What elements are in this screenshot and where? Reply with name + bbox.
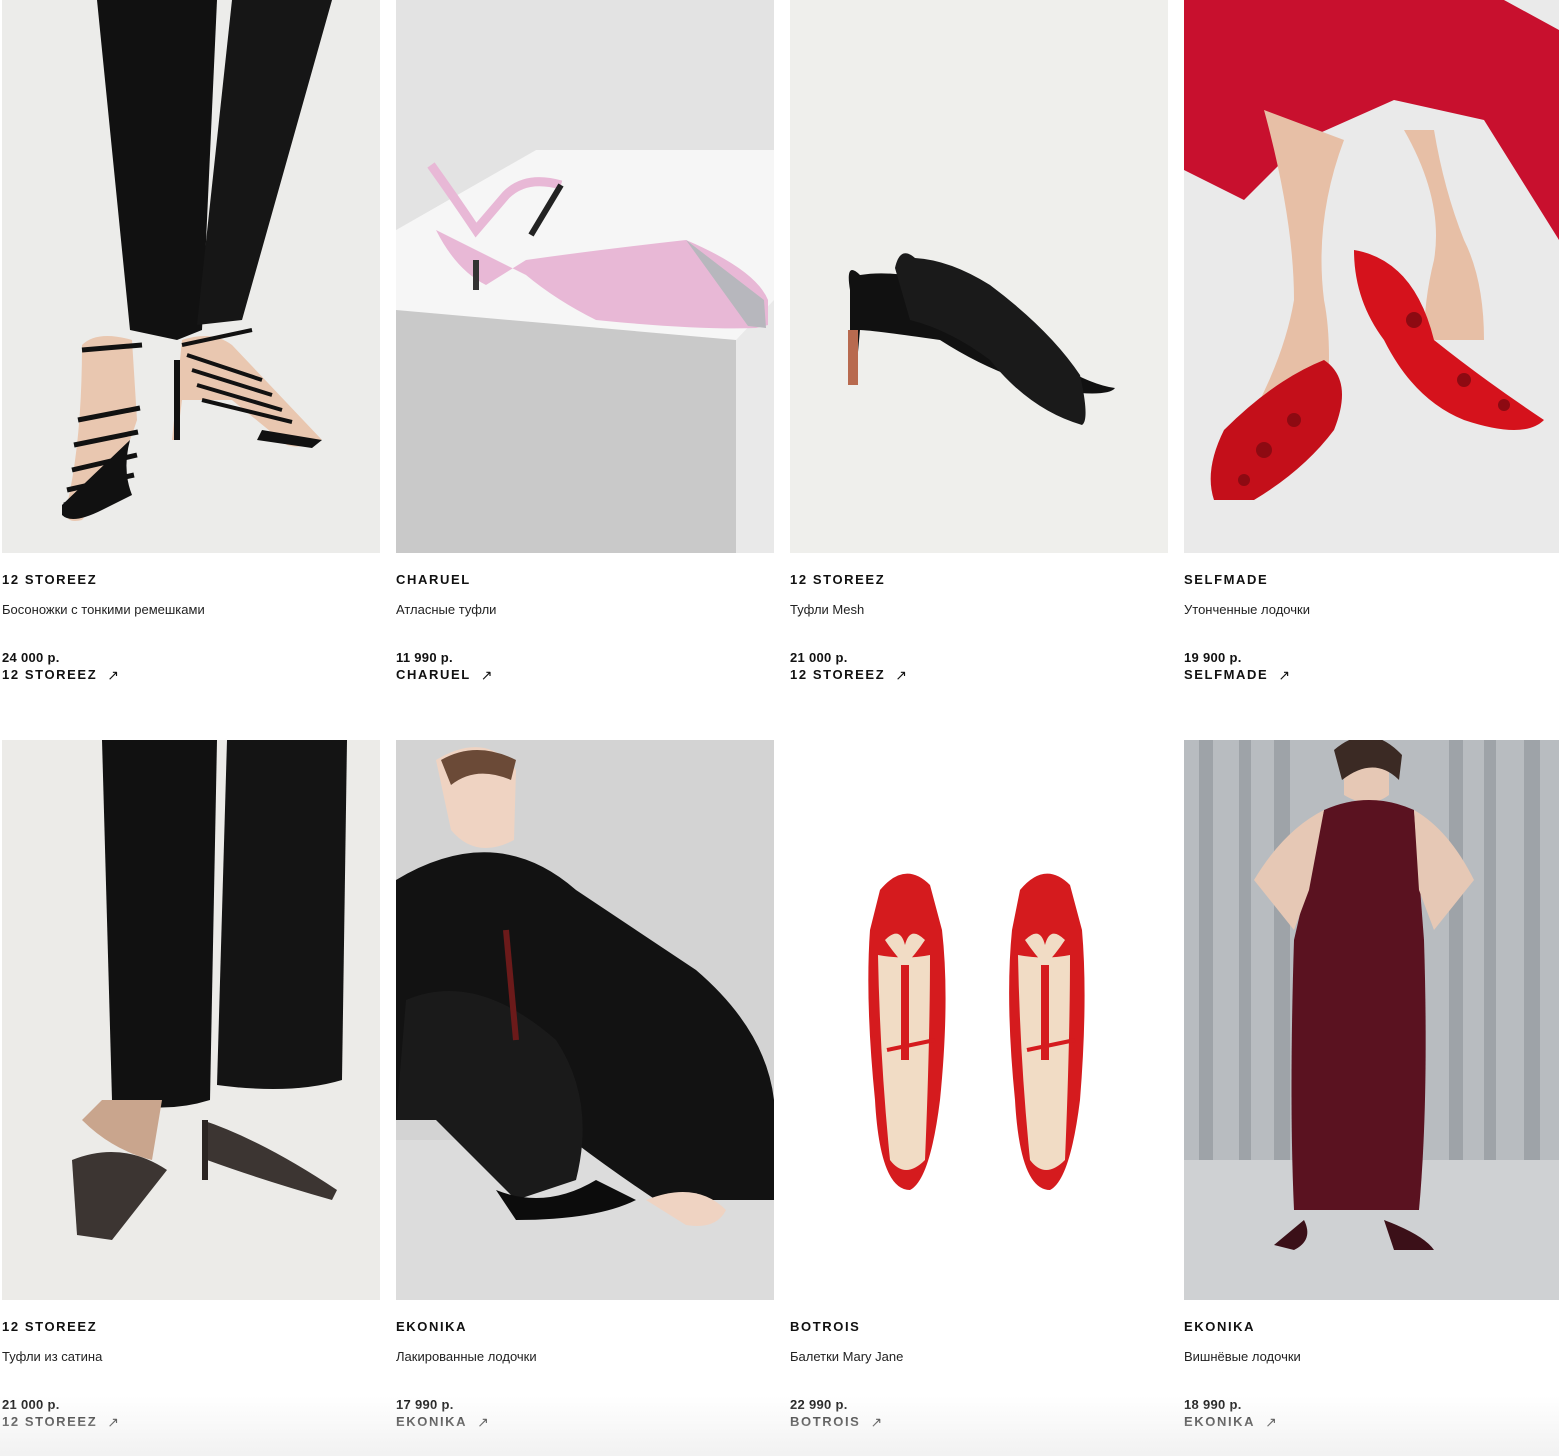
store-link-label: 12 STOREEZ [790, 667, 886, 682]
store-link-label: 12 STOREEZ [2, 1414, 98, 1429]
product-image[interactable] [1184, 740, 1559, 1300]
product-brand[interactable]: EKONIKA [396, 1319, 774, 1335]
store-link[interactable]: CHARUEL ↗ [396, 666, 774, 684]
store-link[interactable]: SELFMADE ↗ [1184, 666, 1559, 684]
store-link[interactable]: 12 STOREEZ ↗ [790, 666, 1168, 684]
store-link[interactable]: 12 STOREEZ ↗ [2, 1413, 380, 1431]
store-link-label: EKONIKA [1184, 1414, 1256, 1429]
product-brand[interactable]: BOTROIS [790, 1319, 1168, 1335]
store-link-label: SELFMADE [1184, 667, 1269, 682]
external-link-icon: ↗ [480, 667, 493, 683]
product-card[interactable]: 12 STOREEZ Босоножки с тонкими ремешками… [2, 0, 380, 684]
product-card[interactable]: EKONIKA Вишнёвые лодочки 18 990 р. EKONI… [1184, 740, 1559, 1431]
product-grid: 12 STOREEZ Босоножки с тонкими ремешками… [0, 0, 1559, 1456]
product-price: 11 990 р. [396, 650, 453, 665]
store-link-label: CHARUEL [396, 667, 471, 682]
product-price: 21 000 р. [790, 650, 848, 665]
external-link-icon: ↗ [1278, 667, 1291, 683]
product-name[interactable]: Вишнёвые лодочки [1184, 1349, 1559, 1365]
product-brand[interactable]: CHARUEL [396, 572, 774, 588]
product-price: 22 990 р. [790, 1397, 848, 1412]
product-image[interactable] [790, 740, 1168, 1300]
product-card[interactable]: SELFMADE Утонченные лодочки 19 900 р. SE… [1184, 0, 1559, 684]
product-brand[interactable]: EKONIKA [1184, 1319, 1559, 1335]
store-link-label: BOTROIS [790, 1414, 861, 1429]
product-price: 19 900 р. [1184, 650, 1242, 665]
store-link[interactable]: EKONIKA ↗ [1184, 1413, 1559, 1431]
product-image[interactable] [790, 0, 1168, 553]
external-link-icon: ↗ [1265, 1414, 1277, 1430]
product-card[interactable]: 12 STOREEZ Туфли из сатина 21 000 р. 12 … [2, 740, 380, 1431]
external-link-icon: ↗ [870, 1414, 883, 1430]
external-link-icon: ↗ [107, 667, 119, 683]
product-price: 17 990 р. [396, 1397, 454, 1412]
product-image[interactable] [1184, 0, 1559, 553]
store-link[interactable]: BOTROIS ↗ [790, 1413, 1168, 1431]
product-name[interactable]: Атласные туфли [396, 602, 774, 618]
store-link-label: EKONIKA [396, 1414, 468, 1429]
product-brand[interactable]: 12 STOREEZ [2, 572, 380, 588]
product-price: 24 000 р. [2, 650, 60, 665]
product-image[interactable] [2, 0, 380, 553]
product-name[interactable]: Балетки Mary Jane [790, 1349, 1168, 1365]
product-image[interactable] [396, 740, 774, 1300]
product-name[interactable]: Босоножки с тонкими ремешками [2, 602, 380, 618]
product-name[interactable]: Лакированные лодочки [396, 1349, 774, 1365]
product-price: 21 000 р. [2, 1397, 60, 1412]
product-name[interactable]: Туфли из сатина [2, 1349, 380, 1365]
product-name[interactable]: Утонченные лодочки [1184, 602, 1559, 618]
product-brand[interactable]: 12 STOREEZ [790, 572, 1168, 588]
product-name[interactable]: Туфли Mesh [790, 602, 1168, 618]
store-link-label: 12 STOREEZ [2, 667, 98, 682]
product-price: 18 990 р. [1184, 1397, 1242, 1412]
product-image[interactable] [2, 740, 380, 1300]
product-card[interactable]: BOTROIS Балетки Mary Jane 22 990 р. BOTR… [790, 740, 1168, 1431]
product-image[interactable] [396, 0, 774, 553]
product-brand[interactable]: SELFMADE [1184, 572, 1559, 588]
store-link[interactable]: EKONIKA ↗ [396, 1413, 774, 1431]
external-link-icon: ↗ [477, 1414, 489, 1430]
product-brand[interactable]: 12 STOREEZ [2, 1319, 380, 1335]
external-link-icon: ↗ [895, 667, 907, 683]
external-link-icon: ↗ [107, 1414, 119, 1430]
product-card[interactable]: 12 STOREEZ Туфли Mesh 21 000 р. 12 STORE… [790, 0, 1168, 684]
product-card[interactable]: CHARUEL Атласные туфли 11 990 р. CHARUEL… [396, 0, 774, 684]
store-link[interactable]: 12 STOREEZ ↗ [2, 666, 380, 684]
product-card[interactable]: EKONIKA Лакированные лодочки 17 990 р. E… [396, 740, 774, 1431]
